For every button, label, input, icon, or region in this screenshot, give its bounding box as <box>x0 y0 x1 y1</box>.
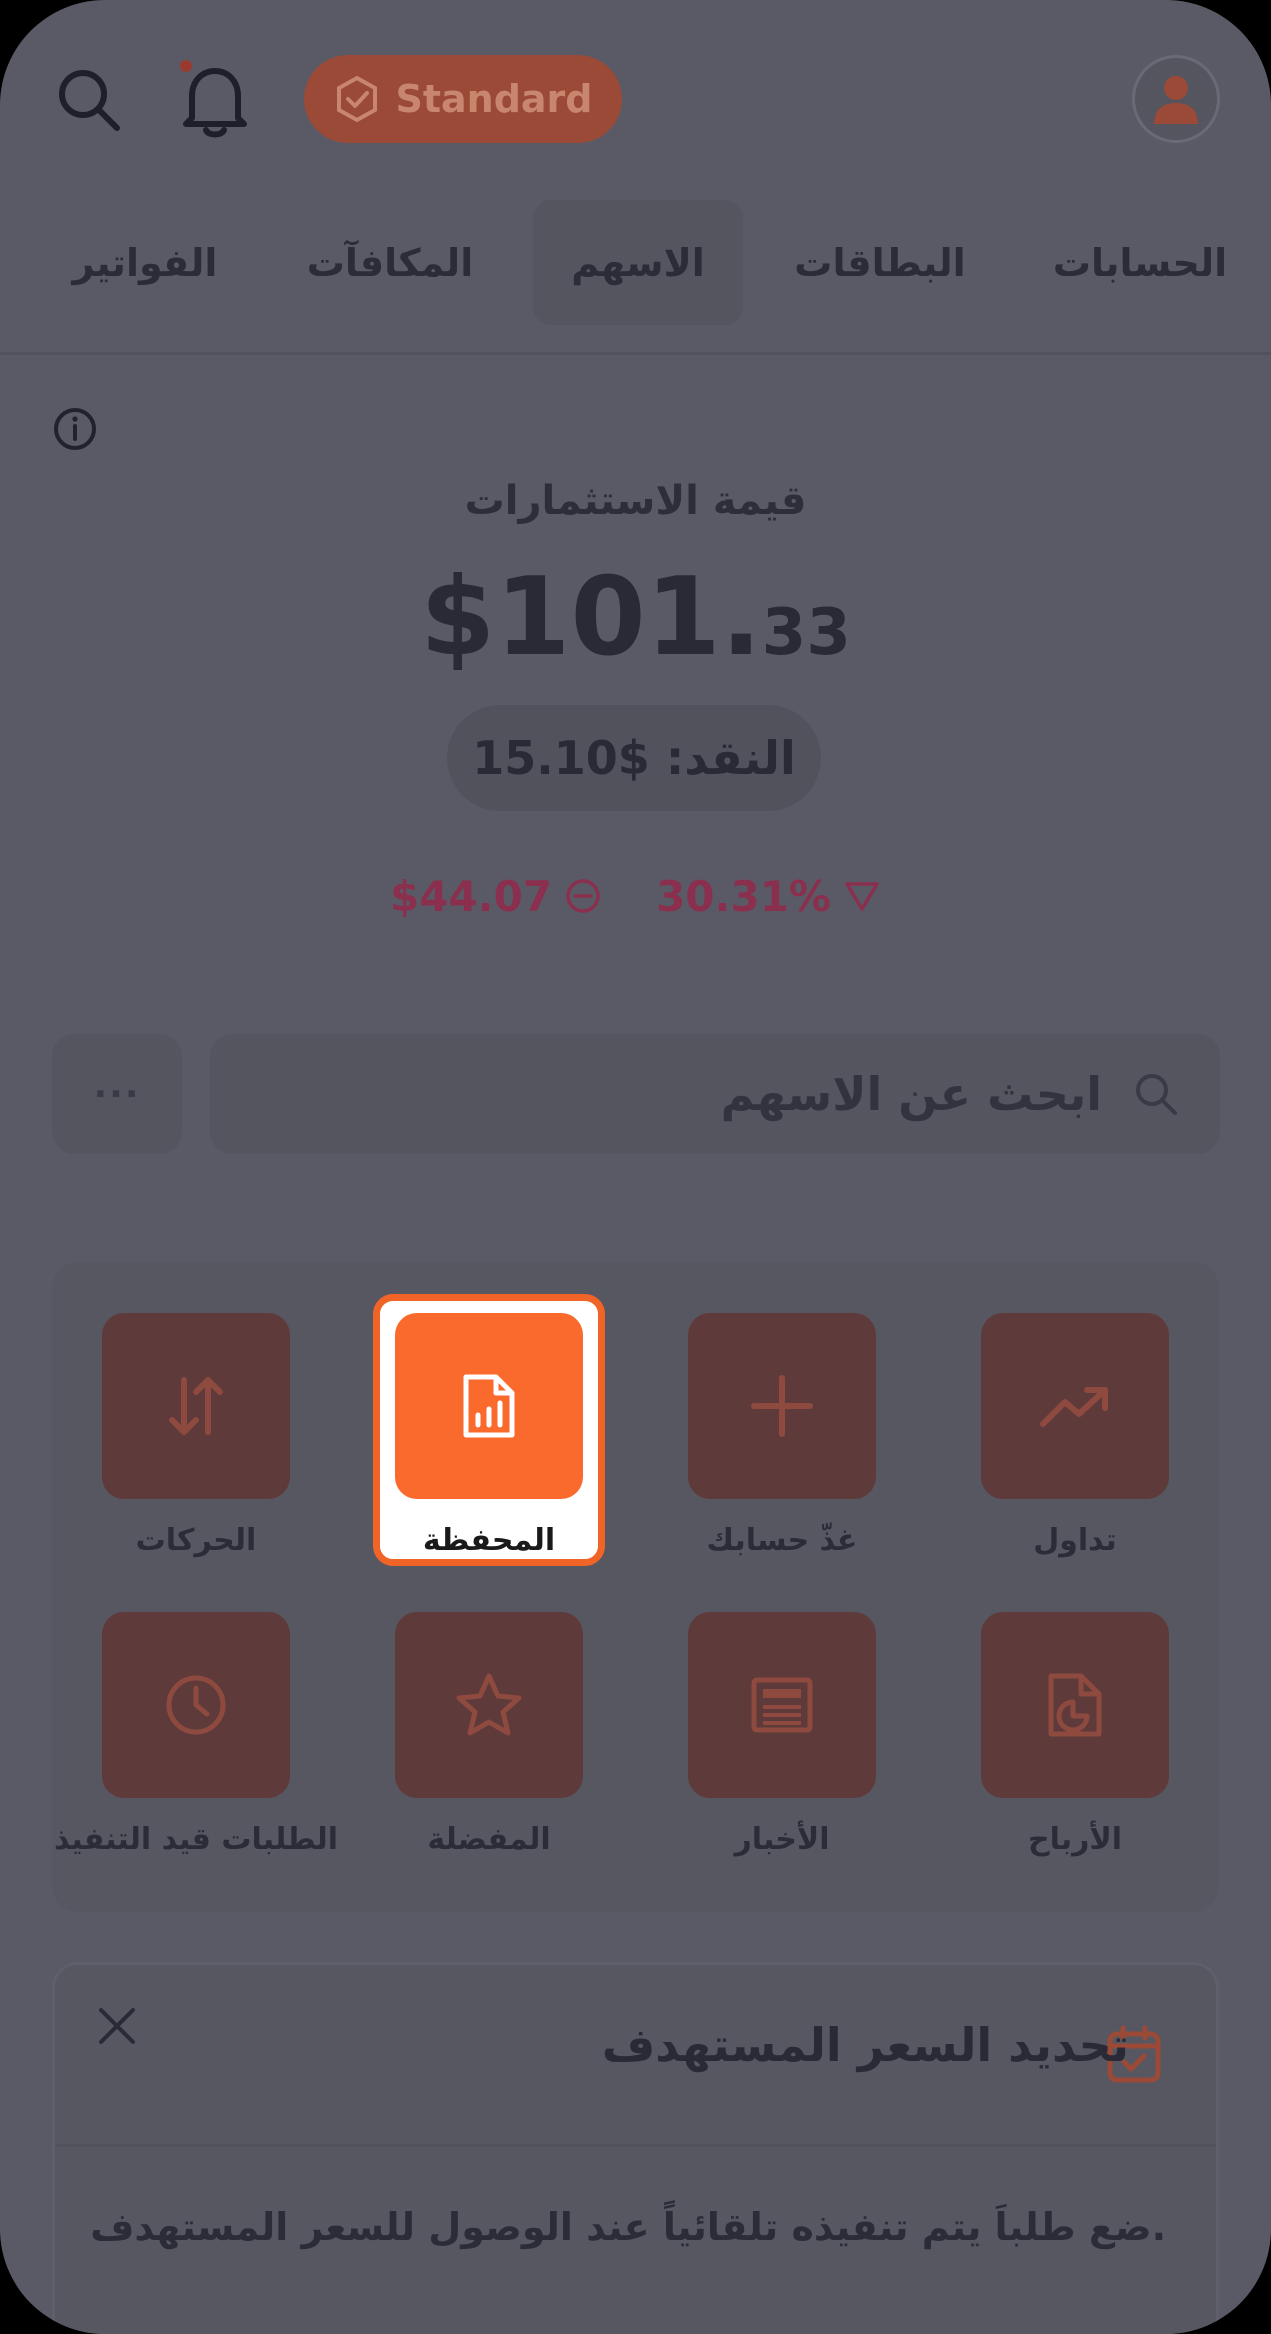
action-fund-account-tile[interactable] <box>688 1313 876 1499</box>
action-pending-orders-label: الطلبات قيد التنفيذ <box>54 1822 338 1857</box>
check-badge-icon <box>337 75 378 123</box>
tab-stocks[interactable]: الاسهم <box>533 200 743 325</box>
target-price-title: تحديد السعر المستهدف <box>601 2018 1129 2072</box>
action-fund-account-label: غذّ حسابك <box>706 1523 858 1558</box>
minus-circle-icon <box>566 879 600 913</box>
portfolio-report-icon <box>463 1374 515 1438</box>
action-trade[interactable]: تداول <box>981 1313 1169 1558</box>
bell-icon <box>183 68 247 138</box>
close-icon <box>99 2008 135 2044</box>
cash-balance: النقد: $15.10 <box>447 705 821 811</box>
profile-button[interactable] <box>1132 55 1220 143</box>
news-icon <box>751 1677 813 1733</box>
close-card-button[interactable] <box>95 2004 139 2048</box>
target-card-divider <box>55 2144 1216 2147</box>
action-transactions[interactable]: الحركات <box>102 1313 290 1558</box>
stock-search-input[interactable]: ابحث عن الاسهم <box>210 1034 1220 1154</box>
triangle-down-icon <box>845 882 879 911</box>
action-news-tile[interactable] <box>688 1612 876 1798</box>
search-placeholder: ابحث عن الاسهم <box>720 1067 1102 1121</box>
info-icon <box>54 408 96 450</box>
dividends-icon <box>1048 1673 1102 1737</box>
notification-dot <box>180 60 192 72</box>
action-favorites-label: المفضلة <box>427 1822 551 1857</box>
change-amount: $44.07 <box>390 872 602 921</box>
action-trade-tile[interactable] <box>981 1313 1169 1499</box>
tabs-divider <box>0 352 1271 355</box>
action-transactions-tile[interactable] <box>102 1313 290 1499</box>
star-icon <box>456 1673 522 1736</box>
transfer-arrows-icon <box>169 1377 223 1435</box>
app-screen: Standard الحسابات البطاقات الاسهم المكاف… <box>0 0 1271 2334</box>
tab-rewards[interactable]: المكافآت <box>290 200 490 325</box>
action-dividends[interactable]: الأرباح <box>981 1612 1169 1857</box>
search-icon <box>1136 1074 1177 1115</box>
search-icon <box>59 70 120 131</box>
action-dividends-label: الأرباح <box>1027 1822 1123 1857</box>
investments-value: $101.33 <box>420 555 851 680</box>
tab-accounts[interactable]: الحسابات <box>1040 200 1240 325</box>
tab-bills[interactable]: الفواتير <box>40 200 250 325</box>
action-dividends-tile[interactable] <box>981 1612 1169 1798</box>
more-options-button[interactable]: ··· <box>52 1034 182 1154</box>
action-news[interactable]: الأخبار <box>688 1612 876 1857</box>
action-favorites-tile[interactable] <box>395 1612 583 1798</box>
more-icon: ··· <box>93 1073 141 1115</box>
action-portfolio[interactable]: المحفظة <box>395 1313 583 1558</box>
clock-icon <box>166 1675 226 1735</box>
user-icon <box>1154 76 1198 124</box>
info-button[interactable] <box>52 406 98 452</box>
action-fund-account[interactable]: غذّ حسابك <box>688 1313 876 1558</box>
search-button[interactable] <box>44 55 134 145</box>
action-transactions-label: الحركات <box>135 1523 257 1558</box>
action-pending-orders[interactable]: الطلبات قيد التنفيذ <box>54 1612 338 1857</box>
action-favorites[interactable]: المفضلة <box>395 1612 583 1857</box>
trending-up-icon <box>1040 1387 1108 1427</box>
plan-badge-label: Standard <box>395 77 593 121</box>
action-trade-label: تداول <box>1033 1523 1117 1558</box>
action-portfolio-tile[interactable] <box>395 1313 583 1499</box>
tab-cards[interactable]: البطاقات <box>780 200 980 325</box>
plus-icon <box>751 1375 813 1437</box>
target-price-description: ضع طلباَ يتم تنفيذه تلقائياً عند الوصول … <box>90 2205 1166 2249</box>
investments-label: قيمة الاستثمارات <box>464 478 807 524</box>
action-portfolio-label: المحفظة <box>422 1523 556 1558</box>
action-news-label: الأخبار <box>734 1822 830 1857</box>
action-pending-orders-tile[interactable] <box>102 1612 290 1798</box>
plan-badge[interactable]: Standard <box>304 55 622 143</box>
performance-row: $44.07 30.31% <box>0 866 1271 926</box>
change-percent: 30.31% <box>656 872 881 921</box>
